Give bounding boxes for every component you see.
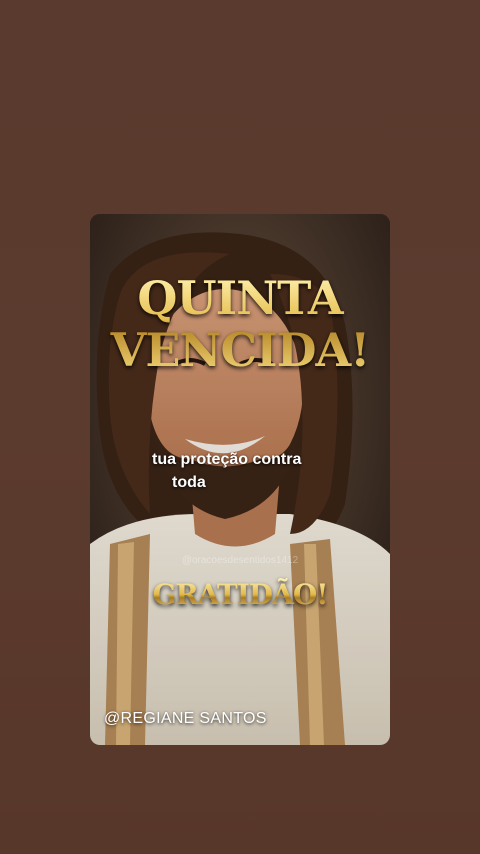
story-card[interactable]: QUINTA VENCIDA! tua proteção contra toda…: [90, 214, 390, 745]
headline-title: QUINTA VENCIDA!: [90, 272, 390, 376]
headline-line-2: VENCIDA!: [110, 323, 370, 377]
subtitle-caption: tua proteção contra toda: [152, 448, 301, 494]
author-handle[interactable]: @REGIANE SANTOS: [104, 710, 267, 728]
watermark-text: @oracoesdesentidos1412: [181, 555, 299, 566]
caption-line-2: toda: [172, 474, 206, 491]
gratitude-title: GRATIDÃO!: [90, 578, 390, 611]
caption-line-1: tua proteção contra: [152, 451, 302, 468]
headline-line-1: QUINTA: [137, 271, 343, 325]
